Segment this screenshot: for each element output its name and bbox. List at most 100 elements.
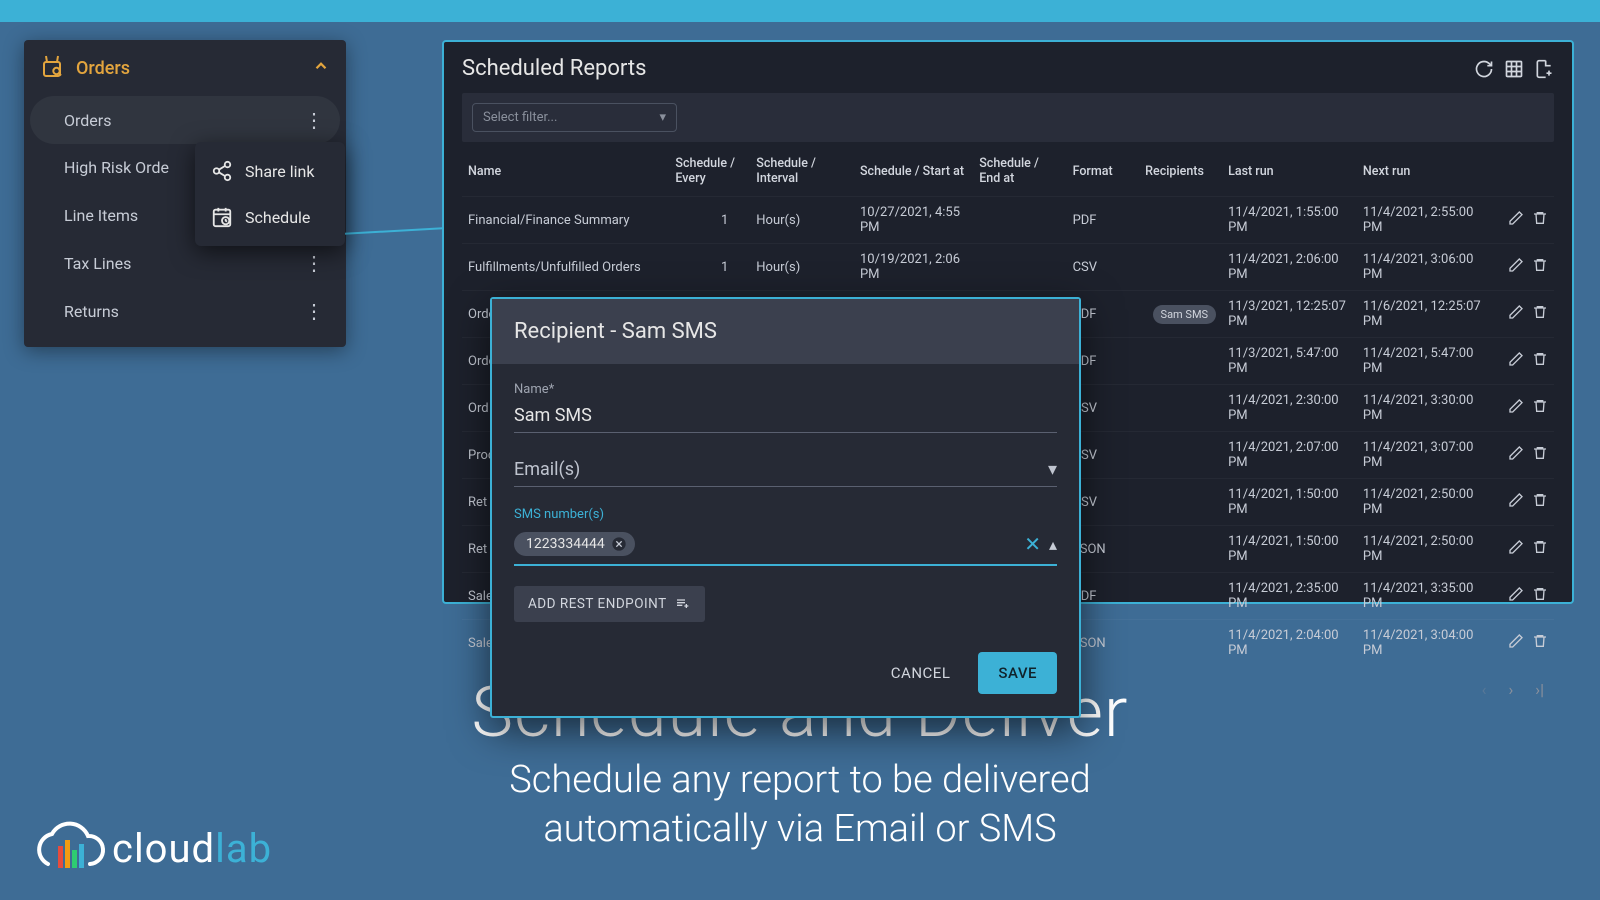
- logo-cloud: cloud: [112, 825, 215, 872]
- more-icon[interactable]: ⋮: [304, 110, 324, 130]
- logo-lab: lab: [215, 825, 272, 872]
- col-next[interactable]: Next run: [1357, 146, 1492, 197]
- sms-number: 1223334444: [526, 536, 605, 552]
- cell-next: 11/4/2021, 3:07:00 PM: [1357, 432, 1492, 479]
- cell-next: 11/4/2021, 2:55:00 PM: [1357, 197, 1492, 244]
- cell-next: 11/4/2021, 3:30:00 PM: [1357, 385, 1492, 432]
- sidebar-item-label: Tax Lines: [64, 254, 131, 273]
- context-schedule[interactable]: Schedule: [195, 194, 345, 240]
- emails-select[interactable]: Email(s) ▾: [514, 453, 1057, 487]
- filter-select[interactable]: Select filter... ▾: [472, 103, 677, 132]
- cell-recipients: [1139, 338, 1222, 385]
- sms-input[interactable]: 1223334444 ✕ ▴: [514, 528, 1057, 566]
- page-title: Scheduled Reports: [462, 56, 646, 81]
- cell-last: 11/4/2021, 2:30:00 PM: [1222, 385, 1357, 432]
- cancel-button[interactable]: CANCEL: [871, 652, 971, 694]
- filter-bar: Select filter... ▾: [462, 93, 1554, 142]
- chevron-down-icon: ▾: [659, 110, 666, 125]
- delete-icon[interactable]: [1532, 633, 1548, 653]
- edit-icon[interactable]: [1508, 304, 1524, 324]
- delete-icon[interactable]: [1532, 492, 1548, 512]
- cell-next: 11/4/2021, 3:35:00 PM: [1357, 573, 1492, 620]
- edit-icon[interactable]: [1508, 633, 1524, 653]
- table-row[interactable]: Fulfillments/Unfulfilled Orders1Hour(s)1…: [462, 244, 1554, 291]
- cell-last: 11/4/2021, 2:07:00 PM: [1222, 432, 1357, 479]
- emails-label: Email(s): [514, 459, 580, 480]
- cell-recipients: [1139, 620, 1222, 667]
- col-interval[interactable]: Schedule / Interval: [750, 146, 854, 197]
- hero-sub2: automatically via Email or SMS: [543, 807, 1056, 851]
- add-report-icon[interactable]: [1534, 59, 1554, 79]
- cell-last: 11/4/2021, 2:35:00 PM: [1222, 573, 1357, 620]
- delete-icon[interactable]: [1532, 257, 1548, 277]
- edit-icon[interactable]: [1508, 539, 1524, 559]
- edit-icon[interactable]: [1508, 398, 1524, 418]
- cell-next: 11/6/2021, 12:25:07 PM: [1357, 291, 1492, 338]
- col-every[interactable]: Schedule / Every: [669, 146, 750, 197]
- playlist-add-icon: [675, 596, 691, 612]
- delete-icon[interactable]: [1532, 210, 1548, 230]
- cell-recipients: [1139, 573, 1222, 620]
- cell-name: Financial/Finance Summary: [462, 197, 669, 244]
- col-name[interactable]: Name: [462, 146, 669, 197]
- context-menu: Share link Schedule: [195, 142, 345, 246]
- edit-icon[interactable]: [1508, 445, 1524, 465]
- cell-recipients: [1139, 197, 1222, 244]
- chevron-down-icon: ▾: [1048, 459, 1057, 480]
- chevron-up-icon[interactable]: ▴: [1049, 535, 1057, 554]
- name-input[interactable]: [514, 401, 1057, 433]
- cell-interval: Hour(s): [750, 197, 854, 244]
- sidebar-item-label: Orders: [64, 111, 111, 130]
- cell-last: 11/4/2021, 1:50:00 PM: [1222, 479, 1357, 526]
- table-row[interactable]: Financial/Finance Summary1Hour(s)10/27/2…: [462, 197, 1554, 244]
- delete-icon[interactable]: [1532, 304, 1548, 324]
- sidebar-item-label: Line Items: [64, 206, 138, 225]
- col-format[interactable]: Format: [1067, 146, 1140, 197]
- cell-recipients: [1139, 385, 1222, 432]
- cell-last: 11/3/2021, 12:25:07 PM: [1222, 291, 1357, 338]
- cell-recipients: [1139, 479, 1222, 526]
- cell-every: 1: [669, 197, 750, 244]
- more-icon[interactable]: ⋮: [304, 253, 324, 273]
- edit-icon[interactable]: [1508, 351, 1524, 371]
- edit-icon[interactable]: [1508, 257, 1524, 277]
- delete-icon[interactable]: [1532, 445, 1548, 465]
- edit-icon[interactable]: [1508, 492, 1524, 512]
- recipient-modal: Recipient - Sam SMS Name* Email(s) ▾ SMS…: [490, 297, 1081, 718]
- edit-icon[interactable]: [1508, 586, 1524, 606]
- clear-icon[interactable]: ✕: [1024, 532, 1041, 556]
- cell-every: 1: [669, 244, 750, 291]
- cell-recipients: Sam SMS: [1139, 291, 1222, 338]
- recipient-chip: Sam SMS: [1153, 305, 1217, 324]
- more-icon[interactable]: ⋮: [304, 301, 324, 321]
- sidebar-item-returns[interactable]: Returns ⋮: [24, 287, 346, 335]
- save-button[interactable]: SAVE: [978, 652, 1057, 694]
- delete-icon[interactable]: [1532, 398, 1548, 418]
- cell-recipients: [1139, 432, 1222, 479]
- cell-end: [973, 244, 1066, 291]
- refresh-icon[interactable]: [1474, 59, 1494, 79]
- chevron-up-icon[interactable]: [312, 57, 330, 79]
- context-share-link[interactable]: Share link: [195, 148, 345, 194]
- edit-icon[interactable]: [1508, 210, 1524, 230]
- sms-chip: 1223334444: [514, 532, 635, 556]
- col-last[interactable]: Last run: [1222, 146, 1357, 197]
- cell-last: 11/3/2021, 5:47:00 PM: [1222, 338, 1357, 385]
- cloudlab-logo: cloudlab: [28, 820, 272, 876]
- cell-start: 10/27/2021, 4:55 PM: [854, 197, 973, 244]
- remove-chip-icon[interactable]: [611, 536, 627, 552]
- col-start[interactable]: Schedule / Start at: [854, 146, 973, 197]
- filter-placeholder: Select filter...: [483, 110, 557, 125]
- col-end[interactable]: Schedule / End at: [973, 146, 1066, 197]
- delete-icon[interactable]: [1532, 586, 1548, 606]
- sidebar-item-orders[interactable]: Orders ⋮: [30, 96, 340, 144]
- col-recipients[interactable]: Recipients: [1139, 146, 1222, 197]
- side-panel-header[interactable]: Orders: [24, 40, 346, 96]
- delete-icon[interactable]: [1532, 351, 1548, 371]
- sidebar-item-tax-lines[interactable]: Tax Lines ⋮: [24, 239, 346, 287]
- grid-view-icon[interactable]: [1504, 59, 1524, 79]
- delete-icon[interactable]: [1532, 539, 1548, 559]
- add-rest-endpoint-button[interactable]: ADD REST ENDPOINT: [514, 586, 705, 622]
- sidebar-item-label: High Risk Orde: [64, 158, 169, 177]
- cloud-icon: [28, 820, 108, 876]
